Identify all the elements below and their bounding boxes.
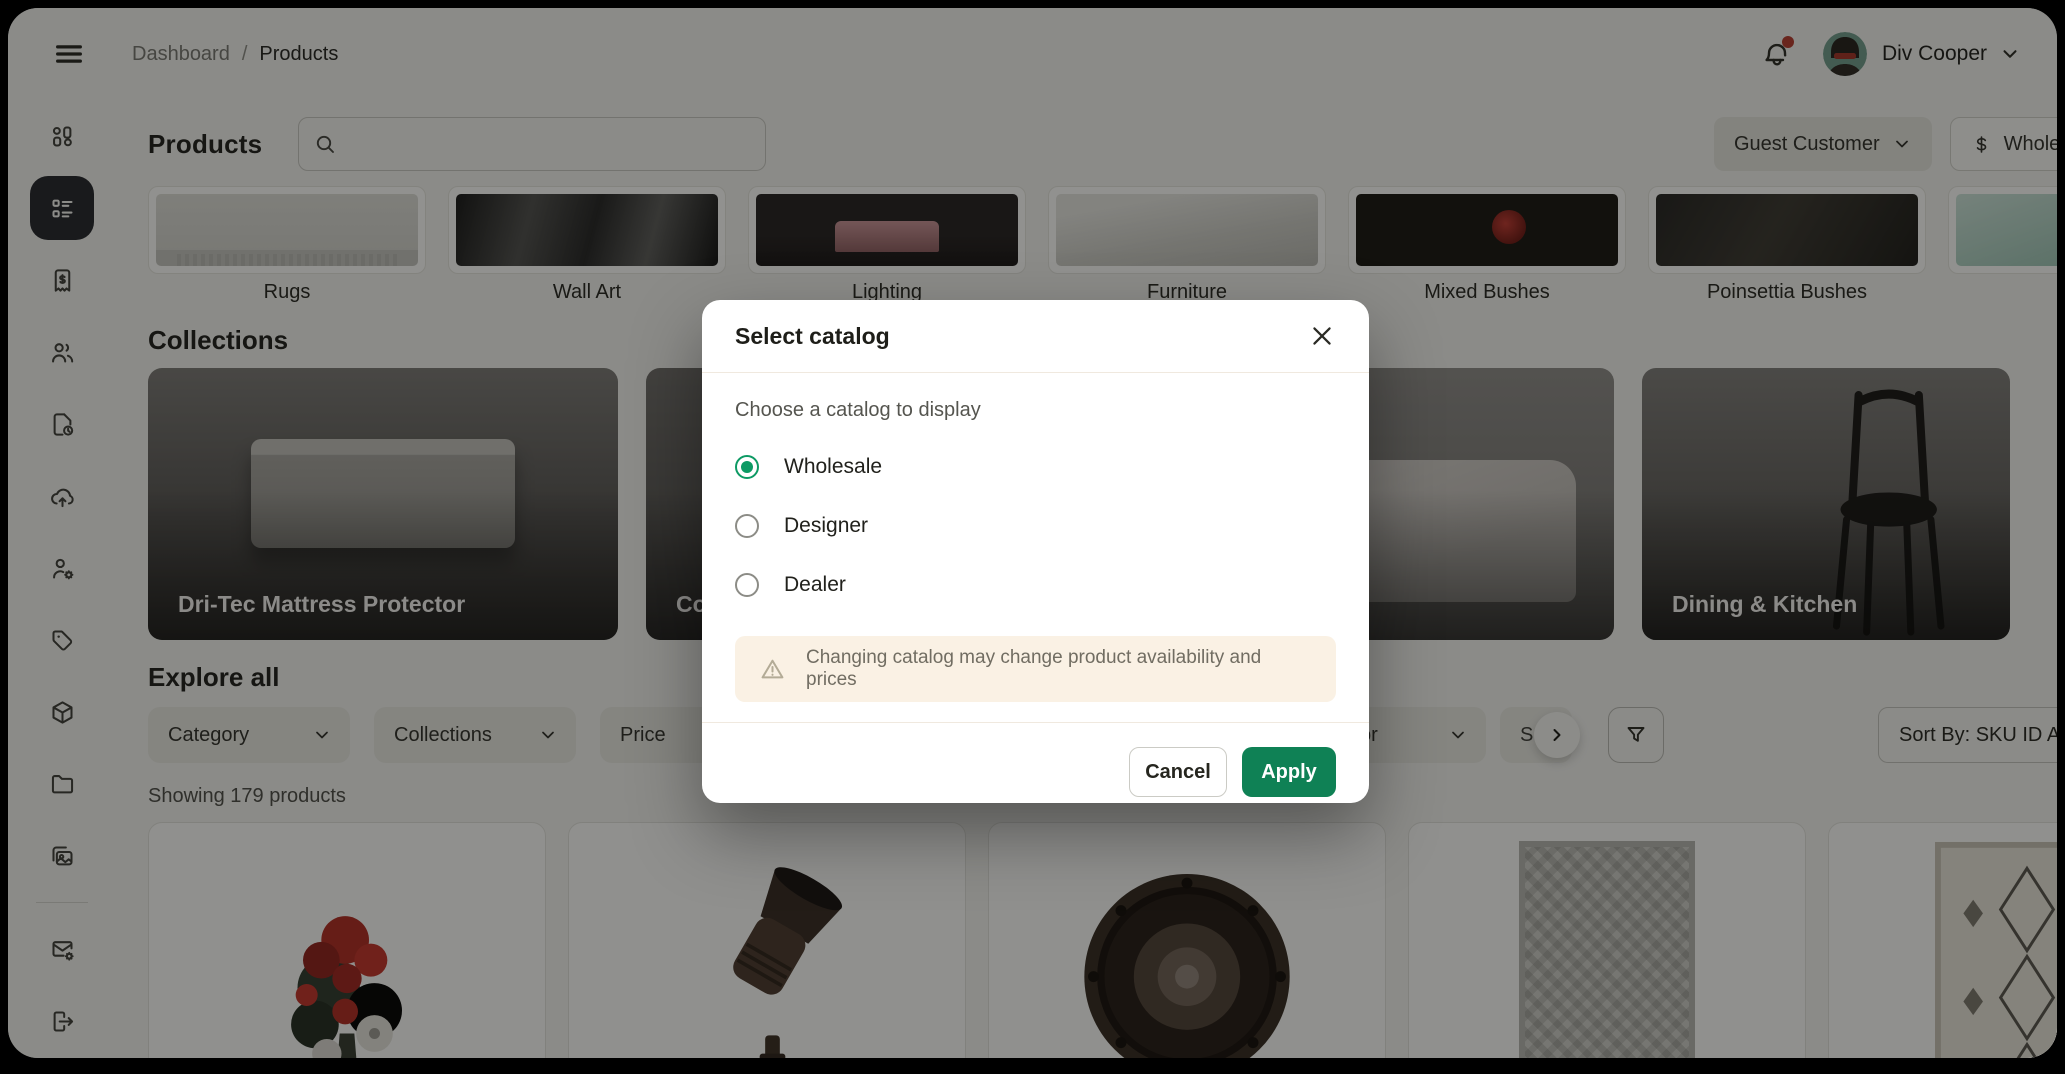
cancel-button[interactable]: Cancel xyxy=(1129,747,1227,797)
modal-header: Select catalog xyxy=(702,300,1369,373)
radio-option-wholesale[interactable]: Wholesale xyxy=(735,453,1336,481)
close-icon[interactable] xyxy=(1308,322,1336,350)
modal-title: Select catalog xyxy=(735,323,890,350)
radio-unselected-icon xyxy=(735,573,759,597)
radio-option-dealer[interactable]: Dealer xyxy=(735,571,1336,599)
modal-footer: Cancel Apply xyxy=(702,722,1369,821)
warning-text: Changing catalog may change product avai… xyxy=(806,647,1312,691)
app-window: Dashboard / Products Div Cooper xyxy=(8,8,2057,1058)
radio-option-designer[interactable]: Designer xyxy=(735,512,1336,540)
modal-description: Choose a catalog to display xyxy=(735,399,1336,422)
radio-unselected-icon xyxy=(735,514,759,538)
radio-selected-icon xyxy=(735,455,759,479)
radio-label: Dealer xyxy=(784,573,846,597)
apply-button[interactable]: Apply xyxy=(1242,747,1336,797)
modal-body: Choose a catalog to display Wholesale De… xyxy=(702,373,1369,702)
warning-triangle-icon xyxy=(759,656,786,683)
radio-label: Designer xyxy=(784,514,868,538)
warning-banner: Changing catalog may change product avai… xyxy=(735,636,1336,702)
select-catalog-modal: Select catalog Choose a catalog to displ… xyxy=(702,300,1369,803)
radio-label: Wholesale xyxy=(784,455,882,479)
